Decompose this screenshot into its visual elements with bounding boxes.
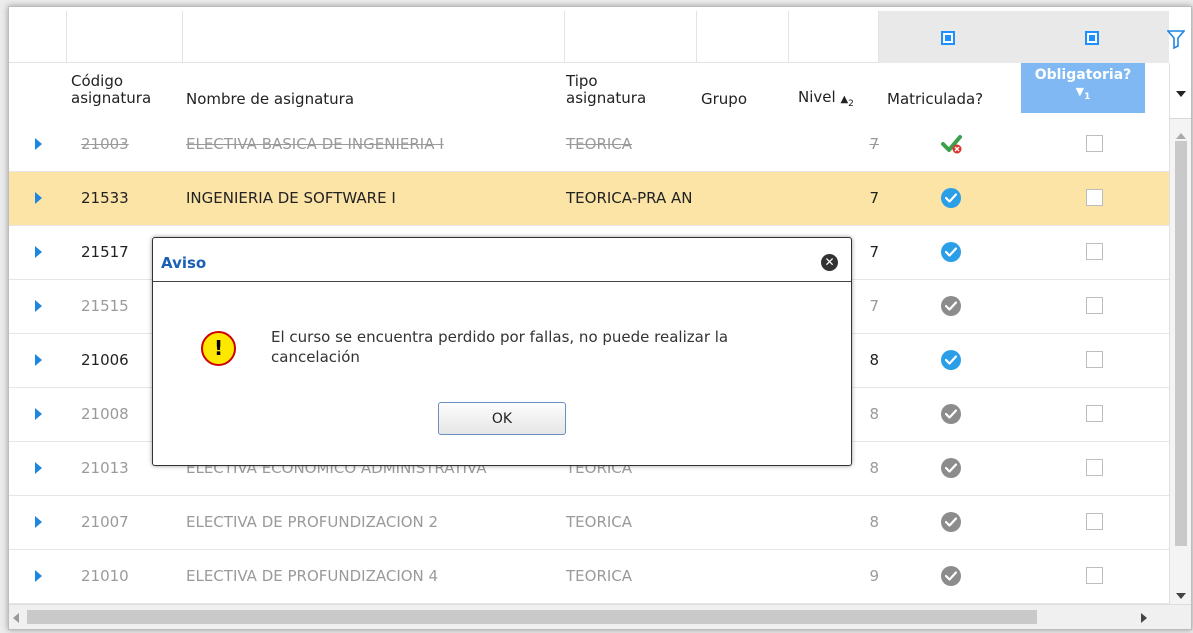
expand-row-icon[interactable]	[35, 192, 42, 204]
expand-row-icon[interactable]	[35, 516, 42, 528]
filter-tipo[interactable]	[565, 11, 697, 63]
obligatoria-checkbox[interactable]	[1086, 567, 1103, 584]
expand-row-icon[interactable]	[35, 354, 42, 366]
check-circle-icon	[941, 296, 961, 316]
header-nombre[interactable]: Nombre de asignatura	[186, 91, 354, 108]
cell-codigo: 21533	[81, 189, 129, 207]
horizontal-scroll-thumb[interactable]	[27, 610, 1037, 624]
warning-exclamation-icon: !	[201, 331, 236, 366]
expand-row-icon[interactable]	[35, 138, 42, 150]
filter-nivel[interactable]	[789, 11, 879, 63]
obligatoria-checkbox[interactable]	[1086, 135, 1103, 152]
sort-descending-icon: ▼	[1075, 85, 1085, 98]
cell-codigo: 21007	[81, 513, 129, 531]
header-grupo[interactable]: Grupo	[701, 91, 747, 108]
scroll-right-icon[interactable]	[1141, 613, 1147, 623]
table-row[interactable]: 21533 INGENIERIA DE SOFTWARE I TEORICA-PRA…	[9, 172, 1169, 226]
obligatoria-checkbox[interactable]	[1086, 405, 1103, 422]
cell-tipo: TEORICA-PRA AN	[566, 189, 693, 207]
cell-tipo: TEORICA	[566, 567, 633, 585]
filter-funnel-icon[interactable]	[1167, 29, 1185, 49]
grid-header: Código asignatura Nombre de asignatura T…	[9, 63, 1169, 119]
cell-nombre: INGENIERIA DE SOFTWARE I	[186, 189, 396, 207]
cell-codigo: 21517	[81, 243, 129, 261]
check-circle-icon	[941, 188, 961, 208]
header-obligatoria-sort-index: 1	[1084, 92, 1091, 102]
cell-nombre: ELECTIVA DE PROFUNDIZACION 4	[186, 567, 439, 585]
filter-grupo[interactable]	[697, 11, 789, 63]
filter-codigo[interactable]	[67, 11, 183, 63]
expand-row-icon[interactable]	[35, 570, 42, 582]
vertical-scroll-thumb[interactable]	[1175, 141, 1187, 546]
cell-codigo: 21003	[81, 135, 129, 153]
table-row[interactable]: 21007 ELECTIVA DE PROFUNDIZACION 2 TEORICA…	[9, 496, 1169, 550]
cell-nombre: ELECTIVA BASICA DE INGENIERIA I	[186, 135, 444, 153]
chevron-down-icon	[1176, 91, 1186, 97]
filter-matriculada-checkbox[interactable]	[941, 31, 955, 45]
cell-codigo: 21006	[81, 351, 129, 369]
cell-nivel: 7	[869, 189, 879, 207]
header-nivel[interactable]: Nivel ▲2	[798, 89, 854, 113]
sort-ascending-icon: ▲	[840, 94, 849, 105]
dialog-title: Aviso	[161, 254, 207, 272]
cell-codigo: 21013	[81, 459, 129, 477]
column-menu-button[interactable]	[1170, 63, 1191, 119]
check-circle-icon	[941, 242, 961, 262]
scroll-down-icon[interactable]	[1176, 593, 1186, 599]
expand-row-icon[interactable]	[35, 246, 42, 258]
check-circle-icon	[941, 512, 961, 532]
warning-dialog: Aviso ✕ ! El curso se encuentra perdido …	[152, 237, 852, 466]
ok-button[interactable]: OK	[438, 402, 566, 435]
dialog-message: El curso se encuentra perdido por fallas…	[271, 328, 729, 366]
cell-codigo: 21515	[81, 297, 129, 315]
cell-tipo: TEORICA	[566, 513, 633, 531]
cell-codigo: 21010	[81, 567, 129, 585]
check-circle-icon	[941, 404, 961, 424]
table-row[interactable]: 21003 ELECTIVA BASICA DE INGENIERIA I TEOR…	[9, 118, 1169, 172]
filter-obligatoria-checkbox[interactable]	[1085, 31, 1099, 45]
cell-nivel: 8	[869, 513, 879, 531]
header-obligatoria[interactable]: Obligatoria? ▼1	[1021, 63, 1145, 113]
filter-row	[9, 7, 1191, 63]
obligatoria-checkbox[interactable]	[1086, 297, 1103, 314]
cell-tipo: TEORICA	[566, 135, 633, 153]
horizontal-scrollbar[interactable]	[9, 604, 1191, 629]
obligatoria-checkbox[interactable]	[1086, 243, 1103, 260]
filter-spacer	[9, 11, 67, 63]
obligatoria-checkbox[interactable]	[1086, 351, 1103, 368]
header-nivel-sort-index: 2	[848, 99, 854, 109]
vertical-scrollbar[interactable]	[1169, 63, 1191, 604]
cell-nivel: 9	[869, 567, 879, 585]
scroll-left-icon[interactable]	[13, 613, 19, 623]
header-tipo[interactable]: Tipo asignatura	[566, 73, 676, 107]
enrolled-cancelled-icon	[941, 134, 962, 154]
check-circle-icon	[941, 566, 961, 586]
obligatoria-checkbox[interactable]	[1086, 189, 1103, 206]
cell-nombre: ELECTIVA DE PROFUNDIZACION 2	[186, 513, 439, 531]
expand-row-icon[interactable]	[35, 300, 42, 312]
obligatoria-checkbox[interactable]	[1086, 459, 1103, 476]
filter-nombre[interactable]	[183, 11, 565, 63]
obligatoria-checkbox[interactable]	[1086, 513, 1103, 530]
cell-nivel: 7	[869, 135, 879, 153]
cell-codigo: 21008	[81, 405, 129, 423]
header-matriculada[interactable]: Matriculada?	[887, 91, 983, 108]
check-circle-icon	[941, 458, 961, 478]
expand-row-icon[interactable]	[35, 462, 42, 474]
header-nivel-label: Nivel	[798, 88, 836, 106]
scroll-up-icon[interactable]	[1176, 133, 1186, 139]
table-row[interactable]: 21010 ELECTIVA DE PROFUNDIZACION 4 TEORICA…	[9, 550, 1169, 604]
header-codigo[interactable]: Código asignatura	[71, 73, 181, 107]
dialog-title-divider	[153, 281, 851, 282]
check-circle-icon	[941, 350, 961, 370]
expand-row-icon[interactable]	[35, 408, 42, 420]
header-obligatoria-label: Obligatoria?	[1034, 67, 1132, 83]
close-circle-icon[interactable]: ✕	[821, 254, 838, 271]
